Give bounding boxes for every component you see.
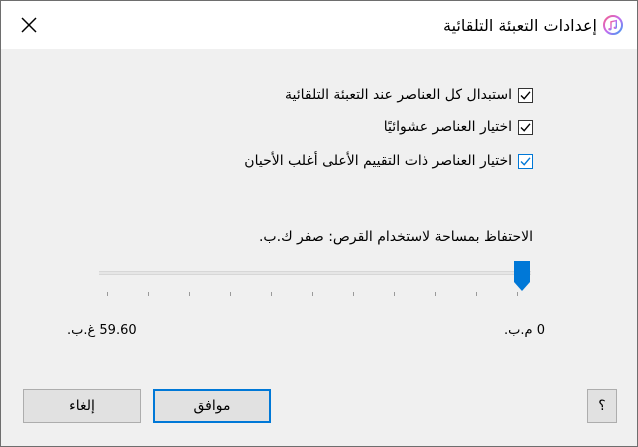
slider-tick xyxy=(394,292,395,296)
random-items-label: اختيار العناصر عشوائيًا xyxy=(383,119,512,135)
slider-tick xyxy=(107,292,108,296)
itunes-music-note-icon xyxy=(603,15,623,35)
checkmark-icon xyxy=(520,122,531,132)
replace-items-label: استبدال كل العناصر عند التعبئة التلقائية xyxy=(284,87,512,103)
slider-tick xyxy=(271,292,272,296)
help-button[interactable]: ؟ xyxy=(587,389,617,423)
disk-reserve-slider-track[interactable] xyxy=(99,271,531,275)
slider-tick xyxy=(312,292,313,296)
slider-tick xyxy=(353,292,354,296)
higher-rated-label: اختيار العناصر ذات التقييم الأعلى أغلب ا… xyxy=(244,153,512,169)
slider-tick xyxy=(230,292,231,296)
title-group: إعدادات التعبئة التلقائية xyxy=(443,11,623,39)
higher-rated-checkbox[interactable] xyxy=(518,153,533,169)
slider-min-label: 0 م.ب. xyxy=(504,323,545,338)
dialog-content: استبدال كل العناصر عند التعبئة التلقائية… xyxy=(1,49,637,446)
checkmark-icon xyxy=(520,156,531,166)
slider-tick xyxy=(435,292,436,296)
higher-rated-checkbox-row[interactable]: اختيار العناصر ذات التقييم الأعلى أغلب ا… xyxy=(244,153,533,169)
ok-button[interactable]: موافق xyxy=(153,389,271,423)
close-button[interactable] xyxy=(15,11,43,39)
replace-items-checkbox-row[interactable]: استبدال كل العناصر عند التعبئة التلقائية xyxy=(285,87,533,103)
slider-tick xyxy=(517,292,518,296)
slider-tick xyxy=(148,292,149,296)
random-items-checkbox[interactable] xyxy=(518,119,533,135)
random-items-checkbox-row[interactable]: اختيار العناصر عشوائيًا xyxy=(384,119,533,135)
checkmark-icon xyxy=(520,90,531,100)
dialog-title: إعدادات التعبئة التلقائية xyxy=(442,15,597,35)
slider-max-label: 59.60 غ.ب. xyxy=(67,323,137,338)
close-icon xyxy=(21,17,37,33)
autofill-settings-dialog: إعدادات التعبئة التلقائية استبدال كل الع… xyxy=(0,0,638,447)
replace-items-checkbox[interactable] xyxy=(518,87,533,103)
disk-reserve-label: الاحتفاظ بمساحة لاستخدام القرص: صفر ك.ب. xyxy=(258,229,533,245)
title-bar: إعدادات التعبئة التلقائية xyxy=(1,1,637,49)
slider-tick xyxy=(189,292,190,296)
slider-tick xyxy=(476,292,477,296)
slider-min-text: 0 م.ب. xyxy=(504,323,545,338)
cancel-button[interactable]: إلغاء xyxy=(23,389,141,423)
slider-max-text: 59.60 غ.ب. xyxy=(67,323,137,338)
disk-reserve-slider-thumb[interactable] xyxy=(513,260,531,292)
